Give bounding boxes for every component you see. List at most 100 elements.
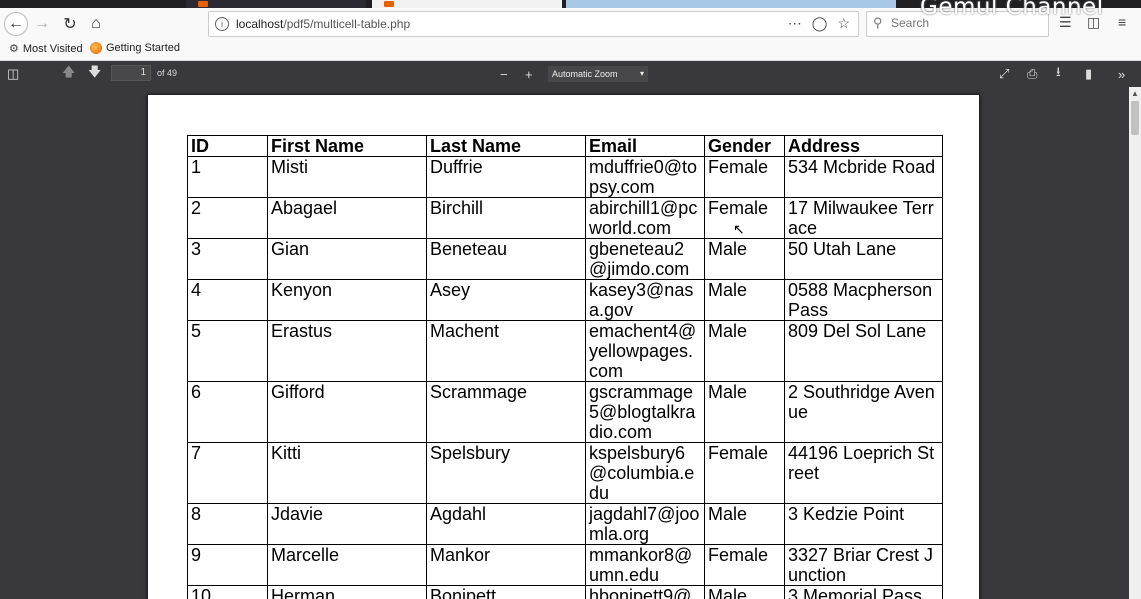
previous-page-button[interactable]: 🡅 (62, 64, 76, 83)
address-bar[interactable]: i localhost/pdf5/multicell-table.php ⋯ ◯… (208, 11, 859, 37)
table-row: 7 Kitti Spelsbury kspelsbury6@columbia.edu F… (187, 442, 943, 504)
table-cell: hbonipett9@ (585, 585, 705, 599)
table-header-row: ID First Name Last Name Email Gender Add… (187, 135, 943, 157)
table-cell: Male (704, 585, 785, 599)
print-icon: ⎙ (1027, 66, 1038, 81)
bookmark-star-icon[interactable]: ☆ (837, 15, 850, 32)
page-count: of 49 (157, 68, 178, 78)
table-cell: 50 Utah Lane (784, 238, 943, 280)
zoom-select[interactable]: Automatic Zoom ▾ (548, 66, 648, 82)
gear-icon: ⚙ (9, 43, 19, 55)
table-cell: Scrammage (426, 381, 586, 443)
forward-button[interactable]: → (30, 12, 54, 36)
table-cell: Marcelle (267, 544, 427, 586)
url-path: /pdf5/multicell-table.php (283, 17, 411, 31)
firefox-icon (384, 1, 394, 7)
table-cell: Male (704, 238, 785, 280)
tab-strip-highlight (566, 0, 896, 8)
table-cell: jagdahl7@joomla.org (585, 503, 705, 545)
table-row: 6 Gifford Scrammage gscrammage5@blogtalkrad… (187, 381, 943, 443)
zoom-value: Automatic Zoom (552, 69, 618, 79)
info-icon: i (215, 17, 229, 31)
bookmark-button[interactable]: ▮ (1085, 65, 1092, 83)
table-cell: Kenyon (267, 279, 427, 321)
bookmark-icon: ▮ (1085, 66, 1093, 81)
back-button[interactable]: ← (4, 12, 28, 36)
table-cell: 9 (187, 544, 268, 586)
pdf-page: ID First Name Last Name Email Gender Add… (148, 95, 979, 599)
table-cell: Female (704, 544, 785, 586)
table-cell: Gian (267, 238, 427, 280)
table-cell: 17 Milwaukee Terrace (784, 197, 943, 239)
url-host: localhost (236, 17, 284, 31)
table-cell: kasey3@nasa.gov (585, 279, 705, 321)
column-header: Last Name (426, 135, 586, 157)
table-cell: 1 (187, 156, 268, 198)
reload-button[interactable]: ↻ (58, 12, 82, 36)
zoom-out-button[interactable]: − (500, 65, 508, 83)
plus-icon: + (525, 66, 533, 82)
table-cell: 8 (187, 503, 268, 545)
vertical-scrollbar[interactable]: ▲ (1129, 87, 1141, 599)
table-cell: mmankor8@umn.edu (585, 544, 705, 586)
bookmark-label: Getting Started (106, 42, 180, 54)
scroll-up-icon[interactable]: ▲ (1131, 89, 1139, 98)
page-actions-icon[interactable]: ⋯ (788, 15, 802, 32)
table-cell: mduffrie0@topsy.com (585, 156, 705, 198)
browser-tab-active[interactable] (372, 0, 562, 8)
column-header: First Name (267, 135, 427, 157)
table-cell: 3 Memorial Pass (784, 585, 943, 599)
save-button[interactable]: ⭳ (1056, 64, 1061, 83)
sidebar-toggle-icon: ◫ (7, 66, 20, 81)
table-cell: 5 (187, 320, 268, 382)
bookmark-most-visited[interactable]: ⚙ Most Visited (9, 42, 83, 56)
table-cell: Female (704, 156, 785, 198)
arrow-right-icon: → (34, 15, 50, 32)
column-header: Email (585, 135, 705, 157)
next-page-button[interactable]: 🡇 (88, 64, 102, 83)
presentation-mode-button[interactable]: ⤢ (999, 65, 1009, 83)
table-cell: Beneteau (426, 238, 586, 280)
table-cell: Gifford (267, 381, 427, 443)
table-cell: kspelsbury6@columbia.edu (585, 442, 705, 504)
browser-tab[interactable] (186, 0, 366, 8)
library-icon[interactable]: ☰ (1059, 14, 1072, 31)
home-icon: ⌂ (91, 15, 101, 32)
table-cell: Duffrie (426, 156, 586, 198)
table-cell: abirchill1@pcworld.com (585, 197, 705, 239)
table-cell: 3327 Briar Crest Junction (784, 544, 943, 586)
arrow-up-icon: 🡅 (62, 64, 76, 79)
tools-button[interactable]: » (1118, 65, 1125, 83)
menu-icon[interactable]: ≡ (1118, 14, 1126, 30)
table-row: 1 Misti Duffrie mduffrie0@topsy.com Female 53… (187, 156, 943, 198)
table-row: 5 Erastus Machent emachent4@yellowpages.com… (187, 320, 943, 382)
channel-watermark: Gemul Channel (920, 0, 1104, 20)
sidebar-icon[interactable]: ◫ (1087, 14, 1100, 31)
column-header: Address (784, 135, 943, 157)
table-cell: 3 (187, 238, 268, 280)
table-cell: Agdahl (426, 503, 586, 545)
page-number-input[interactable]: 1 (111, 65, 151, 81)
table-cell: Bonipett (426, 585, 586, 599)
scrollbar-thumb[interactable] (1131, 101, 1139, 135)
bookmarks-toolbar: ⚙ Most Visited Getting Started (0, 40, 1141, 61)
pdf-viewer[interactable]: ID First Name Last Name Email Gender Add… (0, 87, 1129, 599)
table-cell: 6 (187, 381, 268, 443)
table-cell: Female (704, 442, 785, 504)
print-button[interactable]: ⎙ (1027, 65, 1037, 83)
home-button[interactable]: ⌂ (84, 12, 108, 36)
search-icon: ⚲ (873, 15, 883, 30)
mouse-cursor-icon: ↖ (733, 221, 745, 237)
bookmark-getting-started[interactable]: Getting Started (90, 42, 180, 54)
table-cell: 44196 Loeprich Street (784, 442, 943, 504)
firefox-icon (90, 42, 102, 54)
table-cell: 0588 Macpherson Pass (784, 279, 943, 321)
toggle-sidebar-button[interactable]: ◫ (7, 65, 19, 83)
save-icon: ⭳ (1056, 64, 1061, 79)
table-cell: 534 Mcbride Road (784, 156, 943, 198)
arrow-down-icon: 🡇 (88, 64, 102, 79)
zoom-in-button[interactable]: + (525, 65, 533, 83)
table-cell: Birchill (426, 197, 586, 239)
table-cell: 7 (187, 442, 268, 504)
pocket-icon[interactable]: ◯ (812, 15, 828, 32)
